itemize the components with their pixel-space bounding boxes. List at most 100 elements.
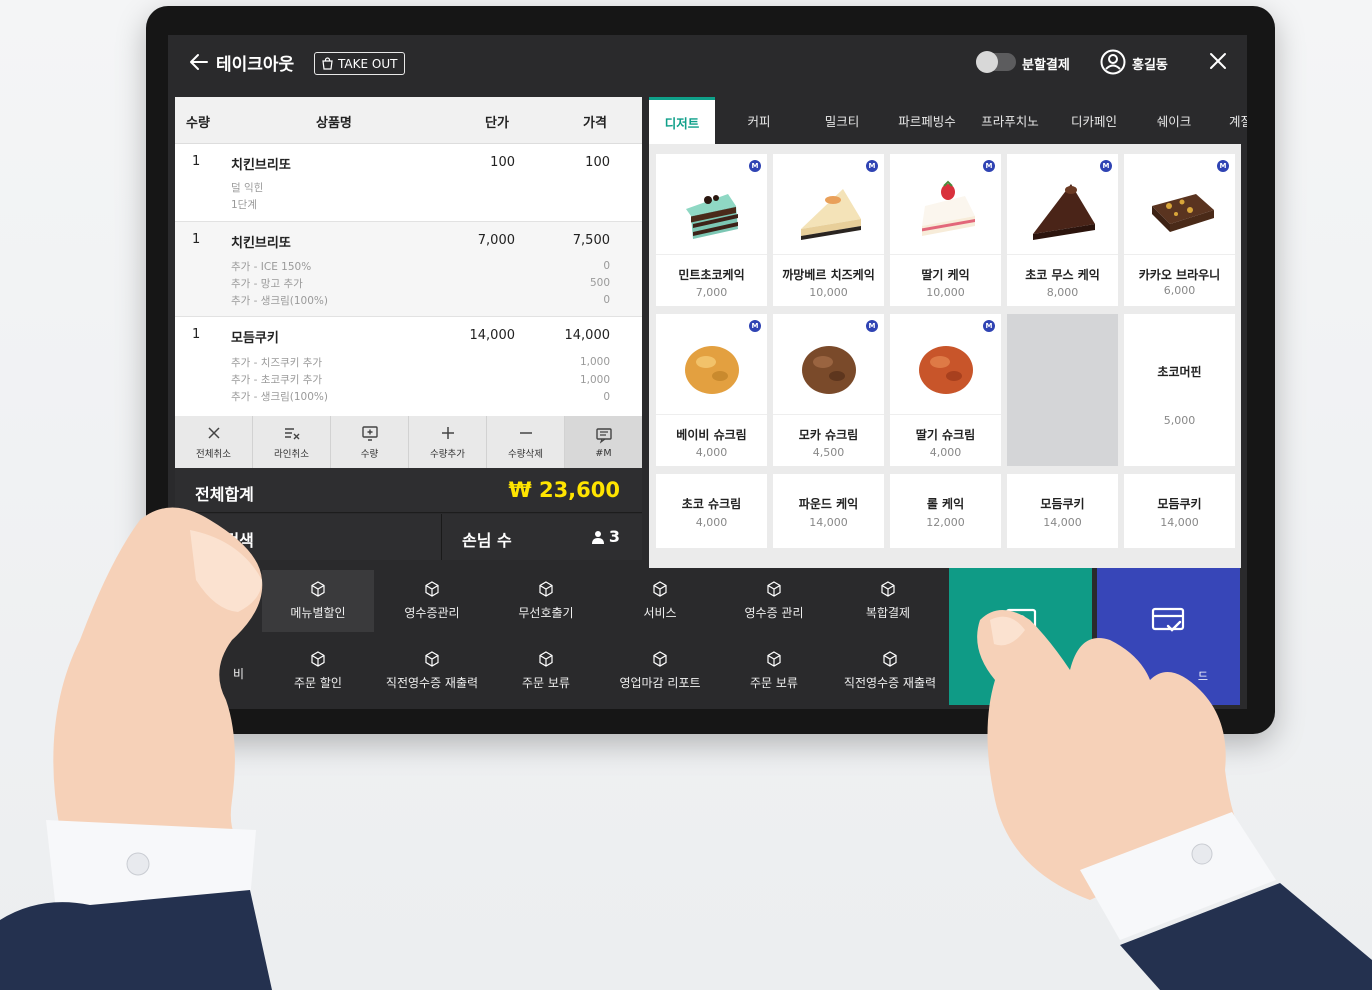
product-card[interactable]: M 베이비 슈크림 4,000 [656,314,767,466]
function-label: 서비스 [643,606,677,620]
action-label: 전체취소 [196,449,231,460]
column-product: 상품명 [316,116,352,131]
divider [1007,254,1118,255]
function-label: 주문 할인 [294,676,342,690]
menu-badge: M [983,160,995,172]
menu-badge: M [866,320,878,332]
order-row[interactable]: 1 치킨브리또 100 100 덜 익힌 1단계 [175,144,642,222]
tab-decaf[interactable]: 디카페인 [1055,97,1133,144]
tab-coffee[interactable]: 커피 [721,97,797,144]
product-name: 초코머핀 [1157,365,1202,379]
column-qty: 수량 [186,116,210,131]
order-row[interactable]: 1 치킨브리또 7,000 7,500 추가 - ICE 150% 추가 - 망… [175,222,642,317]
add-quantity-button[interactable]: 수량추가 [409,416,487,468]
quantity-icon [361,426,378,441]
menu-badge: M [1100,160,1112,172]
product-price: 4,000 [929,446,962,459]
row-option: 1단계 [231,199,258,211]
column-unit-price: 단가 [485,116,509,131]
product-card[interactable]: M 초코 무스 케익 8,000 [1007,154,1118,306]
product-card[interactable]: 모듬쿠키 14,000 [1124,474,1235,548]
product-name: 민트초코케익 [678,268,745,282]
wireless-pager-button[interactable]: 무선호출기 [490,570,602,632]
product-price: 14,000 [1160,516,1199,529]
product-name: 롤 케익 [926,497,965,511]
order-row[interactable]: 1 모듬쿠키 14,000 14,000 추가 - 치즈쿠키 추가 추가 - 초… [175,317,642,415]
guest-count[interactable]: 3 [591,527,620,546]
product-card[interactable]: M 민트초코케익 7,000 [656,154,767,306]
close-icon[interactable] [1208,51,1228,71]
product-price: 6,000 [1163,284,1196,297]
remove-quantity-button[interactable]: 수량삭제 [487,416,565,468]
row-name: 치킨브리또 [231,158,291,173]
product-grid: M 민트초코케익 7,000 M 까망베르 치즈케익 10,000 M 딸기 케… [649,144,1241,595]
combined-payment-button[interactable]: 복합결제 [832,570,944,632]
tab-milktea[interactable]: 밀크티 [804,97,880,144]
tab-shake[interactable]: 쉐이크 [1139,97,1209,144]
user-name: 홍길동 [1132,58,1168,73]
row-name: 모듬쿠키 [231,331,279,346]
function-label: 영수증관리 [404,606,460,620]
divider [656,254,767,255]
reprint-receipt-button[interactable]: 직전영수증 재출력 [376,640,488,702]
product-price: 12,000 [926,516,965,529]
product-card[interactable]: 초코머핀 5,000 [1124,314,1235,466]
product-price: 4,500 [812,446,845,459]
hold-order-button[interactable]: 주문 보류 [490,640,602,702]
divider [441,514,442,560]
product-name: 딸기 케익 [921,268,970,282]
tab-seasonal[interactable]: 계절 [1215,97,1247,144]
box-icon [539,581,553,597]
closing-report-button[interactable]: 영업마감 리포트 [604,640,716,702]
product-name: 모듬쿠키 [1157,497,1202,511]
cancel-all-button[interactable]: 전체취소 [175,416,253,468]
tab-dessert[interactable]: 디저트 [649,97,715,144]
function-label: 메뉴별할인 [290,606,346,620]
action-label: #M [595,447,612,459]
reprint-receipt-button-2[interactable]: 직전영수증 재출력 [832,640,948,702]
function-label: 무선호출기 [518,606,574,620]
minus-icon [519,432,532,434]
back-arrow-icon[interactable] [188,51,210,73]
product-price: 14,000 [809,516,848,529]
service-button[interactable]: 서비스 [604,570,716,632]
user-icon[interactable] [1100,49,1126,75]
guest-count-value: 3 [608,527,620,546]
product-card[interactable]: M 카카오 브라우니 6,000 [1124,154,1235,306]
product-price: 10,000 [809,286,848,299]
takeout-badge: TAKE OUT [314,52,406,75]
empty-product-slot [1007,314,1118,466]
receipt-management-button-2[interactable]: 영수증 관리 [718,570,830,632]
divider [890,414,1001,415]
split-payment-toggle[interactable] [976,51,1016,73]
product-price: 4,000 [695,446,728,459]
row-option: 추가 - 생크림(100%) [231,295,328,307]
product-name: 초코 슈크림 [681,497,742,511]
product-card[interactable]: 롤 케익 12,000 [890,474,1001,548]
box-icon [539,651,553,667]
cancel-line-button[interactable]: 라인취소 [253,416,331,468]
row-option: 추가 - 초코쿠키 추가 [231,374,323,386]
product-card[interactable]: 모듬쿠키 14,000 [1007,474,1118,548]
product-card[interactable]: M 모카 슈크림 4,500 [773,314,884,466]
x-icon [207,427,220,439]
memo-button[interactable]: #M [565,416,642,468]
quantity-button[interactable]: 수량 [331,416,409,468]
product-price: 4,000 [695,516,728,529]
tab-frappuccino[interactable]: 프라푸치노 [971,97,1049,144]
split-payment-label: 분할결제 [1022,58,1070,73]
hold-order-button-2[interactable]: 주문 보류 [718,640,830,702]
row-price: 14,000 [564,328,611,343]
product-name: 카카오 브라우니 [1138,268,1221,282]
product-card[interactable]: M 딸기 슈크림 4,000 [890,314,1001,466]
product-card[interactable]: M 딸기 케익 10,000 [890,154,1001,306]
row-qty: 1 [192,327,201,342]
product-card[interactable]: 파운드 케익 14,000 [773,474,884,548]
receipt-management-button[interactable]: 영수증관리 [376,570,488,632]
product-card[interactable]: 초코 슈크림 4,000 [656,474,767,548]
box-icon [653,651,667,667]
tab-parfait[interactable]: 파르페빙수 [887,97,967,144]
product-name: 모카 슈크림 [798,428,859,442]
menu-badge: M [1217,160,1229,172]
product-card[interactable]: M 까망베르 치즈케익 10,000 [773,154,884,306]
